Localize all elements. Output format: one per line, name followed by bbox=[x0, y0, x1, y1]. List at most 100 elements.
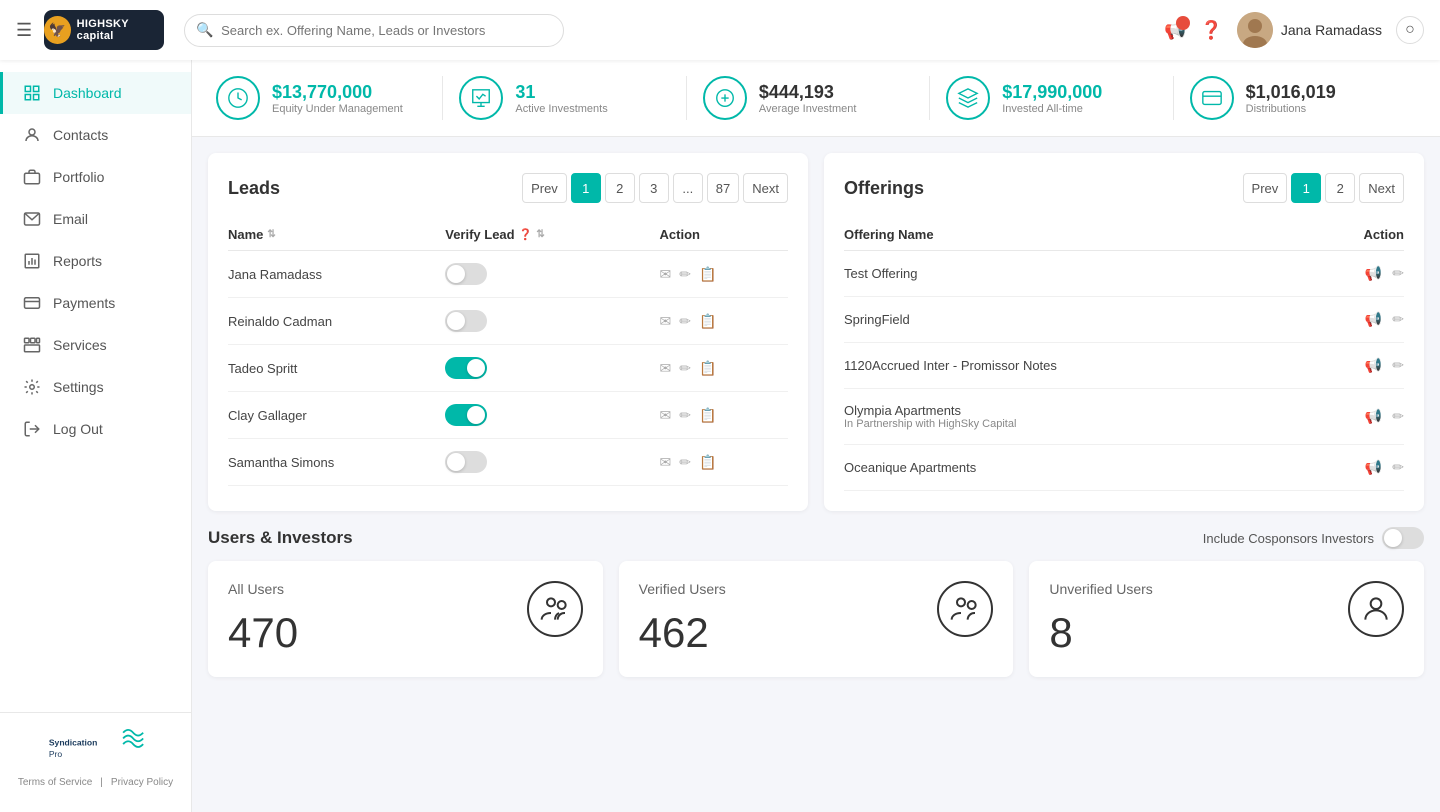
sidebar-item-payments[interactable]: Payments bbox=[0, 282, 191, 324]
name-sort-icon[interactable]: ⇅ bbox=[267, 229, 275, 240]
offering-edit-icon[interactable]: ✏ bbox=[1392, 357, 1404, 374]
lead-doc-icon[interactable]: 📋 bbox=[699, 266, 716, 283]
search-container: 🔍 bbox=[184, 14, 564, 47]
sidebar-item-settings[interactable]: Settings bbox=[0, 366, 191, 408]
lead-edit-icon[interactable]: ✏ bbox=[679, 313, 691, 330]
lead-edit-icon[interactable]: ✏ bbox=[679, 360, 691, 377]
lead-verify-toggle[interactable] bbox=[445, 357, 487, 379]
leads-table-row: Reinaldo Cadman ✉ ✏ 📋 bbox=[228, 298, 788, 345]
cosponsors-toggle[interactable] bbox=[1382, 527, 1424, 549]
cosponsors-label: Include Cosponsors Investors bbox=[1203, 531, 1374, 546]
offering-edit-icon[interactable]: ✏ bbox=[1392, 408, 1404, 425]
sidebar-item-email[interactable]: Email bbox=[0, 198, 191, 240]
verify-sort-icon[interactable]: ⇅ bbox=[536, 229, 544, 240]
lead-edit-icon[interactable]: ✏ bbox=[679, 266, 691, 283]
leads-table-row: Jana Ramadass ✉ ✏ 📋 bbox=[228, 251, 788, 298]
lead-verify-knob bbox=[447, 453, 465, 471]
users-investors-title: Users & Investors bbox=[208, 528, 353, 548]
lead-edit-icon[interactable]: ✏ bbox=[679, 407, 691, 424]
sidebar-item-logout[interactable]: Log Out bbox=[0, 408, 191, 450]
verify-help-icon[interactable]: ❓ bbox=[519, 228, 533, 241]
leads-page-87[interactable]: 87 bbox=[707, 173, 739, 203]
lead-name-cell: Tadeo Spritt bbox=[228, 345, 433, 392]
lead-doc-icon[interactable]: 📋 bbox=[699, 407, 716, 424]
lead-verify-toggle[interactable] bbox=[445, 310, 487, 332]
sidebar-label-dashboard: Dashboard bbox=[53, 85, 122, 101]
lead-email-icon[interactable]: ✉ bbox=[660, 360, 672, 377]
verified-users-icon bbox=[937, 581, 993, 637]
offerings-table-row: Oceanique Apartments 📢 ✏ bbox=[844, 445, 1404, 491]
svg-text:Pro: Pro bbox=[48, 749, 62, 759]
lead-verify-knob bbox=[467, 406, 485, 424]
offering-edit-icon[interactable]: ✏ bbox=[1392, 459, 1404, 476]
leads-table-row: Tadeo Spritt ✉ ✏ 📋 bbox=[228, 345, 788, 392]
topnav: ☰ 🦅 HIGHSKY capital 🔍 📢 ❓ Jana Ramadass … bbox=[0, 0, 1440, 60]
lead-name-cell: Reinaldo Cadman bbox=[228, 298, 433, 345]
distributions-label: Distributions bbox=[1246, 103, 1336, 115]
offerings-page-2[interactable]: 2 bbox=[1325, 173, 1355, 203]
logo-icon: 🦅 bbox=[44, 16, 71, 44]
lead-doc-icon[interactable]: 📋 bbox=[699, 360, 716, 377]
leads-page-2[interactable]: 2 bbox=[605, 173, 635, 203]
offerings-table-row: Olympia ApartmentsIn Partnership with Hi… bbox=[844, 389, 1404, 445]
offering-announce-icon[interactable]: 📢 bbox=[1365, 408, 1382, 425]
bottom-header: Users & Investors Include Cosponsors Inv… bbox=[208, 527, 1424, 549]
offering-edit-icon[interactable]: ✏ bbox=[1392, 265, 1404, 282]
offerings-next-btn[interactable]: Next bbox=[1359, 173, 1404, 203]
sidebar-item-dashboard[interactable]: Dashboard bbox=[0, 72, 191, 114]
content-grid: Leads Prev 1 2 3 ... 87 Next bbox=[192, 137, 1440, 527]
lead-email-icon[interactable]: ✉ bbox=[660, 313, 672, 330]
offering-announce-icon[interactable]: 📢 bbox=[1365, 357, 1382, 374]
unverified-users-value: 8 bbox=[1049, 609, 1152, 657]
notification-icon[interactable]: 📢 bbox=[1164, 20, 1186, 41]
dashboard-icon bbox=[23, 84, 41, 102]
lead-verify-toggle[interactable] bbox=[445, 451, 487, 473]
offerings-col-name: Offering Name bbox=[844, 219, 1315, 251]
leads-next-btn[interactable]: Next bbox=[743, 173, 788, 203]
terms-link[interactable]: Terms of Service bbox=[18, 777, 92, 788]
lead-verify-cell bbox=[433, 345, 647, 392]
leads-page-1[interactable]: 1 bbox=[571, 173, 601, 203]
equity-label: Equity Under Management bbox=[272, 103, 403, 115]
lead-verify-toggle[interactable] bbox=[445, 404, 487, 426]
menu-icon[interactable]: ☰ bbox=[16, 20, 32, 41]
offerings-prev-btn[interactable]: Prev bbox=[1243, 173, 1288, 203]
lead-doc-icon[interactable]: 📋 bbox=[699, 454, 716, 471]
leads-prev-btn[interactable]: Prev bbox=[522, 173, 567, 203]
average-label: Average Investment bbox=[759, 103, 857, 115]
offering-announce-icon[interactable]: 📢 bbox=[1365, 311, 1382, 328]
user-menu[interactable]: Jana Ramadass bbox=[1237, 12, 1382, 48]
lead-email-icon[interactable]: ✉ bbox=[660, 407, 672, 424]
lead-email-icon[interactable]: ✉ bbox=[660, 454, 672, 471]
average-value: $444,193 bbox=[759, 82, 857, 103]
offerings-page-1[interactable]: 1 bbox=[1291, 173, 1321, 203]
lead-doc-icon[interactable]: 📋 bbox=[699, 313, 716, 330]
stats-bar: $13,770,000 Equity Under Management 31 A… bbox=[192, 60, 1440, 137]
sidebar-item-services[interactable]: Services bbox=[0, 324, 191, 366]
verified-users-value: 462 bbox=[639, 609, 726, 657]
lead-email-icon[interactable]: ✉ bbox=[660, 266, 672, 283]
app-body: Dashboard Contacts Portfolio Email Repor… bbox=[0, 60, 1440, 812]
stat-equity-icon bbox=[216, 76, 260, 120]
leads-page-3[interactable]: 3 bbox=[639, 173, 669, 203]
offering-action-cell: 📢 ✏ bbox=[1315, 251, 1404, 297]
lead-verify-toggle[interactable] bbox=[445, 263, 487, 285]
offering-announce-icon[interactable]: 📢 bbox=[1365, 459, 1382, 476]
search-input[interactable] bbox=[184, 14, 564, 47]
lead-edit-icon[interactable]: ✏ bbox=[679, 454, 691, 471]
offering-edit-icon[interactable]: ✏ bbox=[1392, 311, 1404, 328]
search-icon: 🔍 bbox=[196, 22, 213, 39]
sidebar-label-settings: Settings bbox=[53, 379, 104, 395]
leads-page-ellipsis: ... bbox=[673, 173, 703, 203]
sidebar-item-contacts[interactable]: Contacts bbox=[0, 114, 191, 156]
sidebar-item-portfolio[interactable]: Portfolio bbox=[0, 156, 191, 198]
sidebar-nav: Dashboard Contacts Portfolio Email Repor… bbox=[0, 72, 191, 712]
privacy-link[interactable]: Privacy Policy bbox=[111, 777, 173, 788]
lead-action-cell: ✉ ✏ 📋 bbox=[648, 251, 788, 298]
sidebar-item-reports[interactable]: Reports bbox=[0, 240, 191, 282]
offering-announce-icon[interactable]: 📢 bbox=[1365, 265, 1382, 282]
help-icon[interactable]: ❓ bbox=[1200, 20, 1222, 41]
lead-action-cell: ✉ ✏ 📋 bbox=[648, 392, 788, 439]
topnav-more-btn[interactable]: ○ bbox=[1396, 16, 1424, 44]
stat-active-icon bbox=[459, 76, 503, 120]
